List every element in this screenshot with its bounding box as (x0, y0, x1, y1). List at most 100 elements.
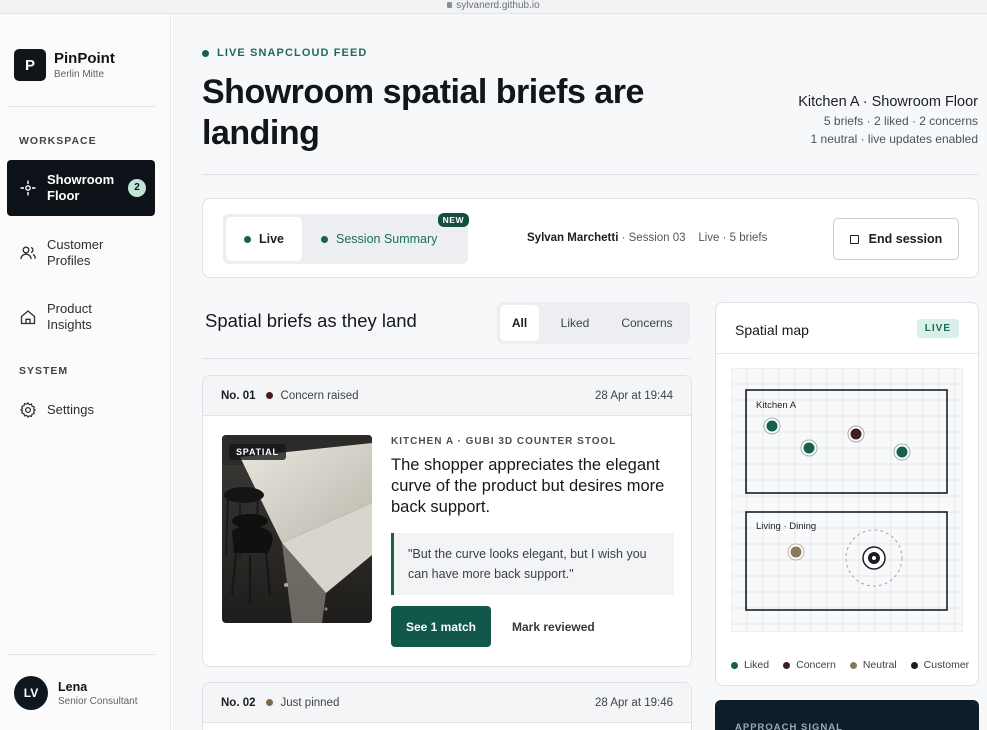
zone-label: Living · Dining (756, 521, 816, 532)
user-role: Senior Consultant (58, 695, 138, 707)
brief-quote: "But the curve looks elegant, but I wish… (391, 533, 674, 595)
brand-location: Berlin Mitte (54, 69, 105, 80)
customer-dot-icon (910, 661, 918, 669)
sidebar-section-system: SYSTEM (19, 365, 69, 377)
concern-dot-icon (783, 661, 791, 669)
header-divider (202, 174, 979, 175)
sidebar-item-customer-profiles[interactable]: Customer Profiles (7, 234, 155, 272)
brief-status: Just pinned (280, 696, 340, 709)
url-text: sylvanerd.github.io (456, 0, 540, 11)
neutral-dot-icon (849, 661, 857, 669)
map-divider (716, 353, 978, 354)
card-header: No. 01 Concern raised 28 Apr at 19:44 (203, 376, 691, 416)
context-counts: 5 briefs · 2 liked · 2 concerns (823, 114, 978, 128)
context-title: Kitchen A · Showroom Floor (798, 94, 978, 110)
session-status: Live · 5 briefs (698, 232, 768, 244)
live-feed-eyebrow: LIVE SNAPCLOUD FEED (202, 47, 367, 59)
legend-concern: Concern (783, 659, 836, 671)
end-session-button[interactable]: End session (833, 218, 959, 260)
brief-number: No. 02 (221, 696, 256, 709)
pin-concern[interactable] (847, 425, 865, 443)
crosshair-icon (20, 180, 36, 196)
home-icon (20, 310, 36, 325)
consultant-name: Sylvan Marchetti (527, 232, 619, 244)
sidebar-item-product-insights[interactable]: Product Insights (7, 298, 155, 336)
context-status: 1 neutral · live updates enabled (810, 132, 978, 146)
map-legend: Liked Concern Neutral Customer (731, 659, 978, 671)
session-number: · Session 03 (621, 232, 686, 244)
see-match-button[interactable]: See 1 match (391, 606, 491, 647)
brand-logo: P (14, 49, 46, 81)
stop-icon (849, 234, 859, 244)
spatial-map-canvas[interactable]: Kitchen A Living · Dining (731, 368, 963, 632)
sidebar-divider (7, 106, 155, 107)
brief-photo[interactable]: SPATIAL (222, 435, 372, 623)
count-badge: 2 (128, 179, 146, 197)
product-label: KITCHEN A · GUBI 3D COUNTER STOOL (391, 436, 617, 447)
sidebar-section-workspace: WORKSPACE (19, 135, 97, 147)
filter-concerns[interactable]: Concerns (609, 305, 685, 341)
brief-insight: The shopper appreciates the elegant curv… (391, 456, 665, 516)
sidebar-item-settings[interactable]: Settings (7, 398, 155, 422)
user-name: Lena (58, 679, 88, 694)
card-header: No. 02 Just pinned 28 Apr at 19:46 (203, 683, 691, 723)
sidebar-item-label: Customer Profiles (47, 237, 104, 268)
sidebar-item-label: Settings (47, 402, 94, 417)
tab-live[interactable]: Live (226, 217, 302, 261)
users-icon (20, 246, 36, 260)
pin-liked[interactable] (800, 439, 818, 457)
main-content: LIVE SNAPCLOUD FEED Showroom spatial bri… (172, 14, 987, 730)
pin-liked[interactable] (763, 417, 781, 435)
summary-dot-icon (321, 235, 328, 243)
legend-liked: Liked (731, 659, 769, 671)
pin-liked[interactable] (893, 443, 911, 461)
sidebar: P PinPoint Berlin Mitte WORKSPACE Showro… (0, 14, 171, 730)
filter-all[interactable]: All (500, 305, 539, 341)
brief-card: No. 01 Concern raised 28 Apr at 19:44 SP… (202, 375, 692, 667)
legend-customer: Customer (910, 659, 969, 671)
page-title: Showroom spatial briefs are landing (202, 73, 644, 152)
filter-liked[interactable]: Liked (547, 305, 603, 341)
approach-signal-card[interactable]: APPROACH SIGNAL (715, 700, 979, 730)
brief-date: 28 Apr at 19:46 (594, 696, 673, 709)
session-bar: Live Session Summary NEW Sylvan Marchett… (202, 198, 979, 278)
liked-dot-icon (731, 661, 738, 669)
pin-neutral[interactable] (787, 543, 805, 561)
map-title: Spatial map (735, 322, 809, 338)
brand[interactable]: P PinPoint Berlin Mitte (14, 49, 115, 81)
brand-name: PinPoint (54, 50, 115, 67)
sidebar-divider (7, 654, 155, 655)
brief-card: No. 02 Just pinned 28 Apr at 19:46 (202, 682, 692, 730)
photo-tag: SPATIAL (229, 444, 286, 460)
zone-label: Kitchen A (756, 400, 797, 411)
tab-session-summary[interactable]: Session Summary (321, 217, 437, 261)
avatar: LV (14, 676, 48, 710)
legend-neutral: Neutral (849, 659, 897, 671)
session-tabs: Live Session Summary NEW (223, 213, 469, 264)
live-dot-icon (202, 49, 209, 57)
signal-title: APPROACH SIGNAL (735, 722, 843, 730)
user-profile[interactable]: LV Lena Senior Consultant (14, 676, 138, 710)
brief-date: 28 Apr at 19:44 (594, 389, 673, 402)
sidebar-item-label: Showroom Floor (47, 172, 115, 203)
feed-filters: All Liked Concerns (497, 302, 690, 344)
live-badge: LIVE (916, 319, 959, 338)
sidebar-item-label: Product Insights (47, 301, 92, 332)
stool-photo-image (222, 435, 372, 623)
feed-divider (202, 358, 691, 359)
sidebar-item-showroom-floor[interactable]: Showroom Floor 2 (7, 160, 155, 216)
context-summary: Kitchen A · Showroom Floor 5 briefs · 2 … (798, 94, 978, 146)
new-badge: NEW (437, 213, 469, 227)
spatial-map-panel: Spatial map LIVE Kitchen A Living · Dini… (715, 302, 979, 686)
session-info: Sylvan Marchetti · Session 03 Live · 5 b… (527, 232, 767, 244)
live-dot-icon (243, 235, 251, 243)
gear-icon (20, 402, 36, 418)
brief-status: Concern raised (280, 389, 359, 402)
concern-dot-icon (265, 392, 273, 399)
brief-number: No. 01 (221, 389, 256, 402)
browser-url-bar[interactable]: sylvanerd.github.io (0, 0, 987, 14)
lock-icon (447, 2, 453, 8)
mark-reviewed-button[interactable]: Mark reviewed (512, 606, 595, 647)
pinned-dot-icon (265, 699, 273, 706)
feed-heading: Spatial briefs as they land (205, 310, 417, 331)
